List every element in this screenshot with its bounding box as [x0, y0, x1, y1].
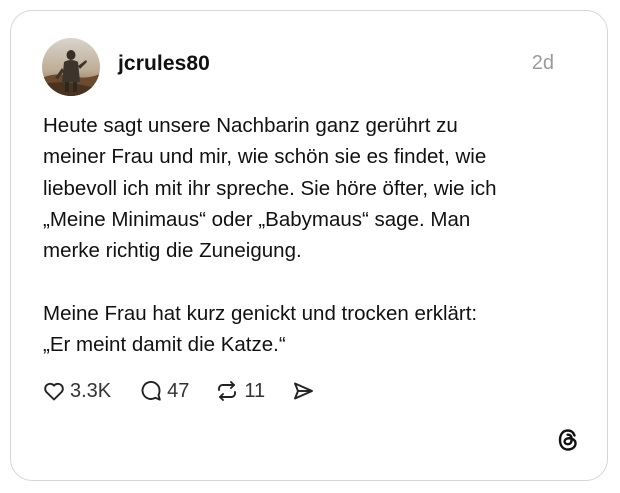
send-icon: [291, 379, 315, 403]
post-text-line: meiner Frau und mir, wie schön sie es fi…: [43, 145, 487, 169]
reply-count: 47: [167, 379, 190, 402]
like-button[interactable]: 3.3K: [42, 379, 111, 403]
repost-icon: [214, 379, 240, 403]
post-text-line: liebevoll ich mit ihr spreche. Sie höre …: [43, 176, 497, 200]
post-timestamp: 2d: [531, 52, 554, 74]
speech-bubble-icon: [139, 379, 163, 403]
post-actions: 3.3K 47 11: [42, 376, 315, 406]
post-text-line: Meine Frau hat kurz genickt und trocken …: [43, 301, 478, 325]
threads-logo-icon: [555, 427, 581, 453]
post-text-line: merke richtig die Zuneigung.: [43, 239, 302, 263]
post-card: jcrules80 2d Heute sagt unsere Nachbarin…: [10, 10, 608, 481]
like-count: 3.3K: [70, 379, 112, 402]
share-button[interactable]: [291, 379, 315, 403]
post-text-line: „Meine Minimaus“ oder „Babymaus“ sage. M…: [43, 207, 471, 231]
post-text-line: Heute sagt unsere Nachbarin ganz gerührt…: [43, 114, 458, 137]
reply-button[interactable]: 47: [139, 379, 189, 403]
repost-button[interactable]: 11: [214, 379, 265, 403]
post-text-line: „Er meint damit die Katze.“: [43, 333, 286, 357]
post-body: Heute sagt unsere Nachbarin ganz gerührt…: [43, 110, 583, 360]
avatar[interactable]: [42, 38, 100, 96]
repost-count: 11: [244, 379, 266, 402]
heart-icon: [42, 379, 66, 403]
author-username[interactable]: jcrules80: [118, 52, 210, 76]
